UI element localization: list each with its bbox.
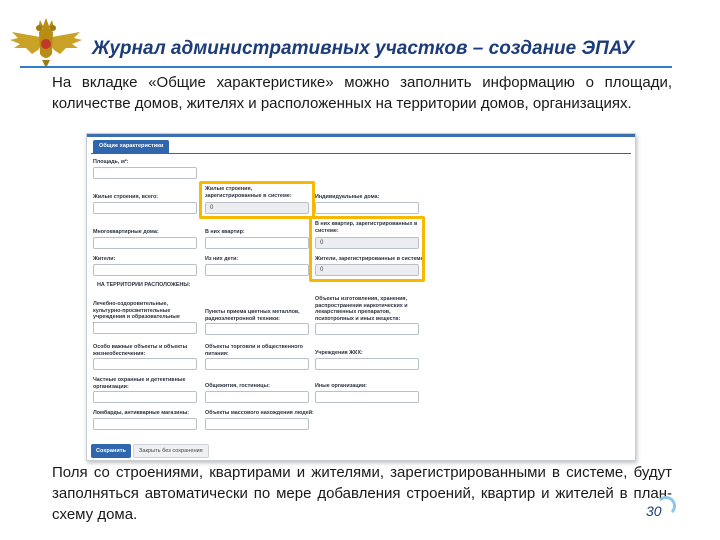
security-label: Частные охранные и детективные организац…: [93, 377, 186, 390]
apartments-input[interactable]: [205, 237, 309, 249]
pawnshops-input[interactable]: [93, 418, 197, 430]
mass-presence-label: Объекты массового нахождения людей:: [205, 410, 314, 416]
hostels-input[interactable]: [205, 391, 309, 403]
area-label: Площадь, м²:: [93, 159, 129, 165]
territory-header: НА ТЕРРИТОРИИ РАСПОЛОЖЕНЫ:: [97, 282, 191, 288]
trade-input[interactable]: [205, 358, 309, 370]
trade-label: Объекты торговли и общественного питания…: [205, 344, 303, 357]
medical-input[interactable]: [93, 322, 197, 334]
individual-houses-input[interactable]: [315, 202, 419, 214]
residents-label: Жители:: [93, 256, 116, 262]
apartments-label: В них квартир:: [205, 229, 245, 235]
residential-input[interactable]: [93, 202, 197, 214]
residents-input[interactable]: [93, 264, 197, 276]
page-number: 30: [646, 503, 662, 519]
apartment-buildings-label: Многоквартирные дома:: [93, 229, 159, 235]
emblem-eagle-icon: [10, 18, 82, 68]
tab-general-characteristics[interactable]: Общие характеристики: [93, 140, 170, 153]
important-objects-label: Особо важные объекты и объекты жизнеобес…: [93, 344, 188, 357]
slide-title: Журнал административных участков – созда…: [92, 38, 635, 59]
hostels-label: Общежития, гостиницы:: [205, 383, 270, 389]
save-button[interactable]: Сохранить: [91, 444, 131, 458]
title-divider: [20, 66, 672, 68]
drugs-input[interactable]: [315, 323, 419, 335]
other-orgs-label: Иные организации:: [315, 383, 367, 389]
children-label: Из них дети:: [205, 256, 239, 262]
close-without-saving-button[interactable]: Закрыть без сохранения: [133, 444, 209, 458]
individual-houses-label: Индивидуальные дома:: [315, 194, 380, 200]
apartment-buildings-input[interactable]: [93, 237, 197, 249]
metals-input[interactable]: [205, 323, 309, 335]
important-objects-input[interactable]: [93, 358, 197, 370]
drugs-label: Объекты изготовления, хранения, распрост…: [315, 296, 408, 322]
metals-label: Пункты приема цветных металлов, радиоэле…: [205, 309, 300, 322]
residential-label: Жилые строения, всего:: [93, 194, 159, 200]
tab-underline: [91, 153, 631, 154]
form-screenshot: Общие характеристики Площадь, м²: Жилые …: [86, 133, 636, 461]
area-input[interactable]: [93, 167, 197, 179]
housing-input[interactable]: [315, 358, 419, 370]
highlight-residential-registered: [199, 181, 315, 219]
mass-presence-input[interactable]: [205, 418, 309, 430]
highlight-apartments-residents: [309, 216, 425, 282]
pawnshops-label: Ломбарды, антикварные магазины:: [93, 410, 190, 416]
security-input[interactable]: [93, 391, 197, 403]
screenshot-top-bar: [87, 134, 635, 137]
intro-paragraph: На вкладке «Общие характеристике» можно …: [52, 74, 672, 112]
children-input[interactable]: [205, 264, 309, 276]
other-orgs-input[interactable]: [315, 391, 419, 403]
housing-label: Учреждения ЖКХ:: [315, 350, 363, 356]
outro-paragraph: Поля со строениями, квартирами и жителям…: [52, 464, 672, 523]
